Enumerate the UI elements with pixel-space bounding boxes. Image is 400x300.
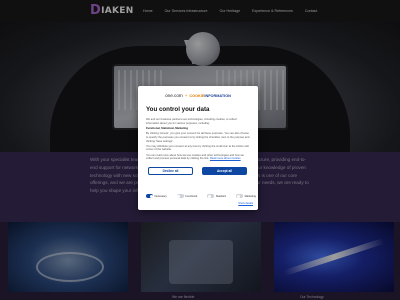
toggle-switch[interactable]	[176, 194, 184, 198]
dialog-paragraph: By clicking 'Accept', you give your cons…	[146, 132, 250, 143]
toggle-switch[interactable]	[207, 194, 215, 198]
dialog-body: We and our business partners use technol…	[146, 118, 250, 163]
dialog-paragraph: You may withdraw your consent at any tim…	[146, 144, 249, 152]
toggle-switch[interactable]	[236, 194, 244, 198]
toggle-switch[interactable]	[146, 194, 153, 198]
cookie-consent-dialog: one.com + COOKIEINFORMATION You control yo…	[138, 86, 258, 210]
toggle-functional[interactable]: Functional	[176, 194, 198, 198]
toggle-marketing[interactable]: Marketing	[236, 194, 256, 198]
consent-toggles: Necessary Functional Statistics Marketin…	[146, 194, 256, 198]
dialog-paragraph: We and our business partners use technol…	[146, 118, 237, 125]
show-details-link[interactable]: Show details	[238, 202, 253, 205]
toggle-necessary[interactable]: Necessary	[146, 194, 167, 198]
toggle-label: Statistics	[215, 194, 227, 198]
toggle-label: Necessary	[154, 194, 167, 198]
dialog-brand: one.com + COOKIEINFORMATION	[138, 93, 258, 98]
toggle-label: Marketing	[244, 194, 256, 198]
decline-all-button[interactable]: Decline all	[148, 167, 193, 175]
dialog-purposes: Functional, Statistical, Marketing	[146, 126, 188, 130]
accept-all-button[interactable]: Accept all	[202, 167, 247, 175]
toggle-statistics[interactable]: Statistics	[207, 194, 226, 198]
toggle-label: Functional	[185, 194, 198, 198]
brand-plus: +	[184, 93, 188, 98]
dialog-title: You control your data	[146, 106, 210, 113]
brand-cookie-information: COOKIEINFORMATION	[189, 94, 231, 98]
brand-one-com: one.com	[165, 93, 183, 98]
read-more-link[interactable]: Read more about cookies	[210, 157, 241, 160]
dialog-paragraph: You can read more about how we use cooki…	[146, 153, 244, 161]
